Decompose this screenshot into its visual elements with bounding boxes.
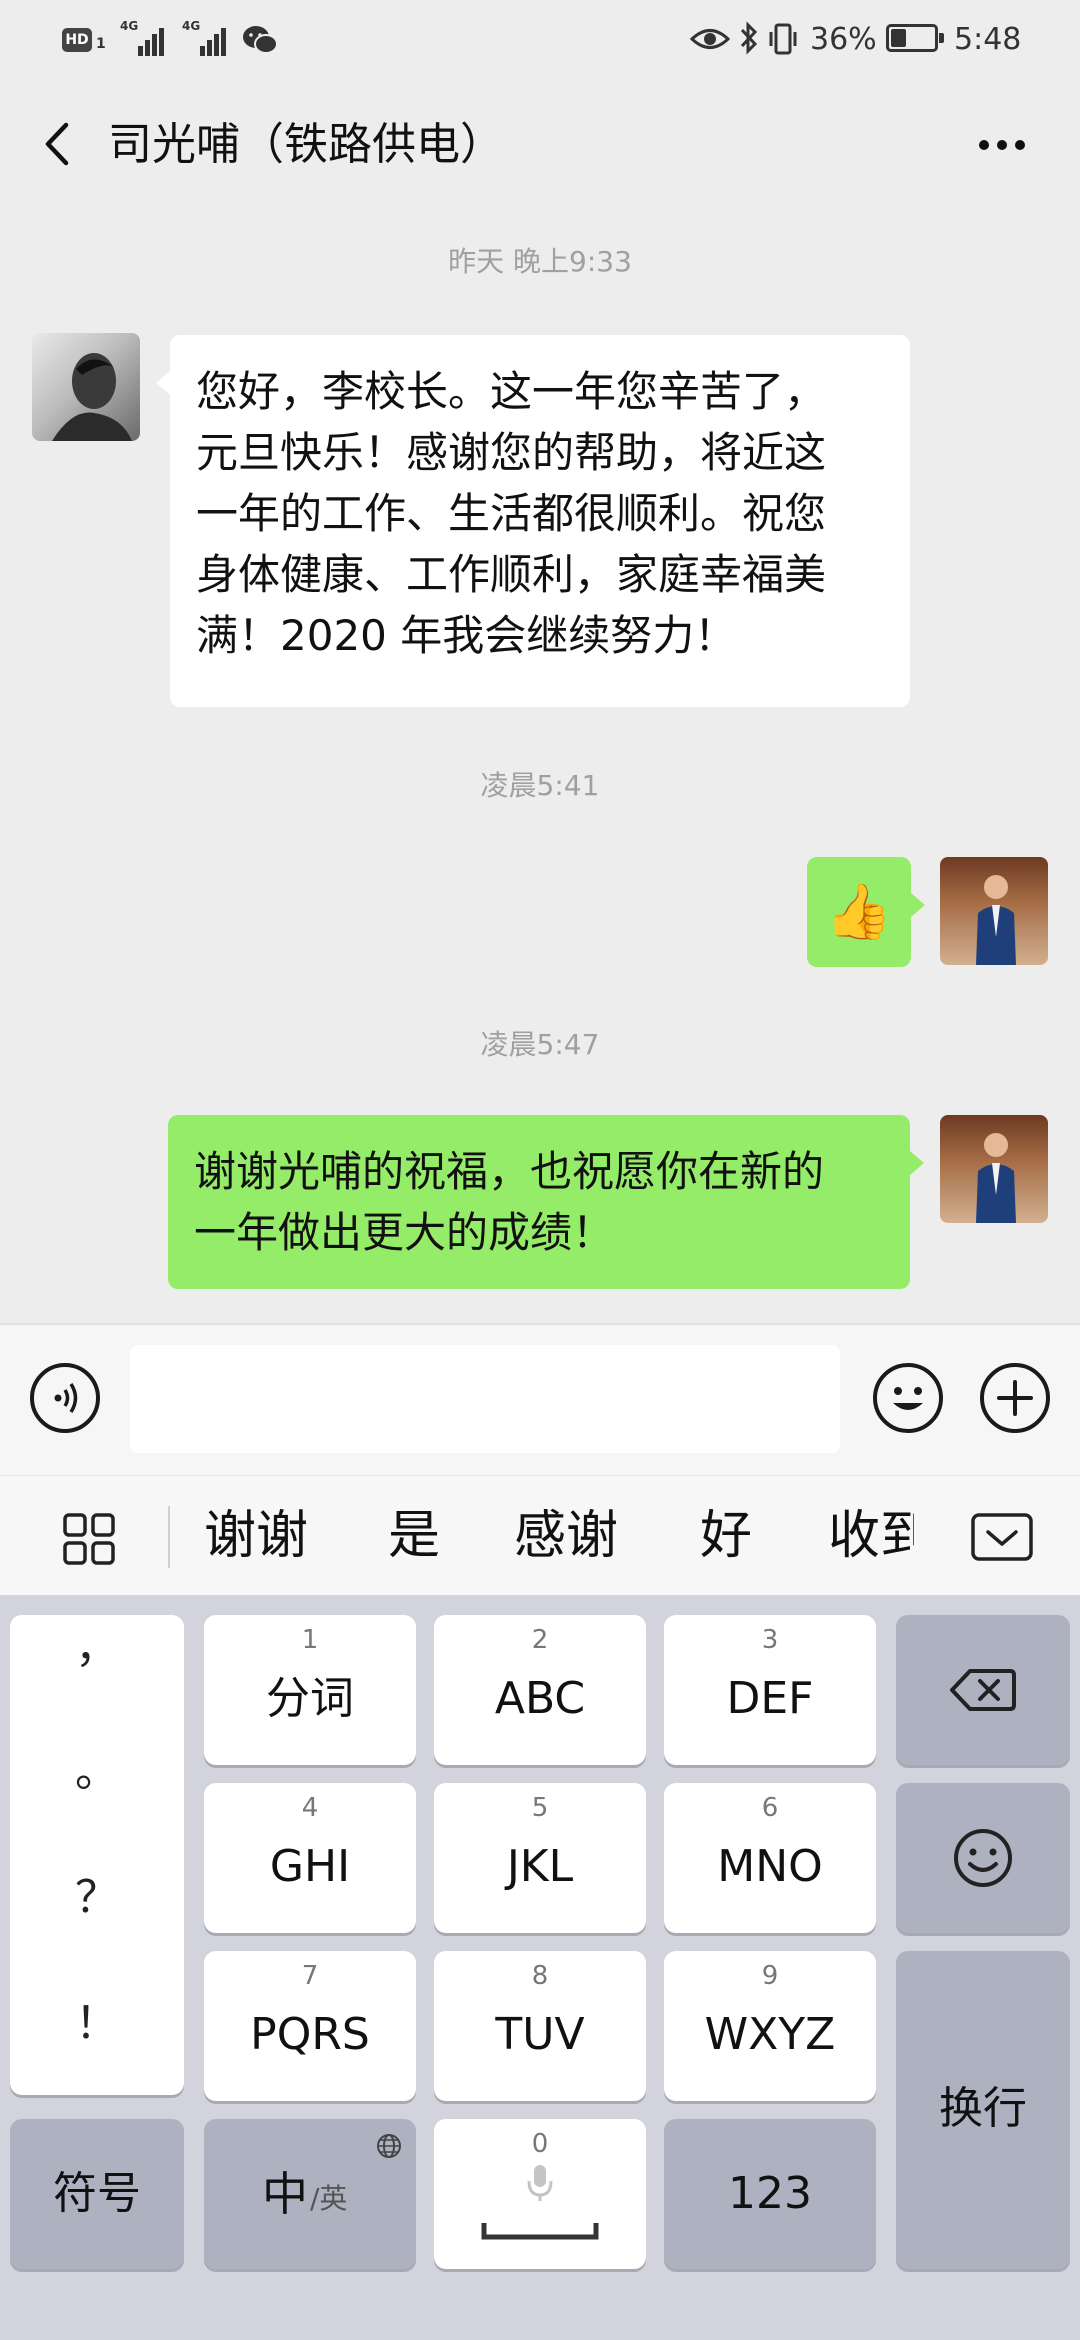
language-switch-key[interactable]: 中 /英 — [204, 2119, 416, 2269]
message-timestamp: 昨天 晚上9:33 — [448, 245, 632, 278]
key-5[interactable]: 5 JKL — [434, 1783, 646, 1933]
message-timestamp: 凌晨5:47 — [480, 1028, 600, 1061]
symbols-key[interactable]: 符号 — [10, 2119, 184, 2269]
status-bar: HD 1 4G 4G 36% 5:48 — [0, 0, 1080, 80]
key-6[interactable]: 6 MNO — [664, 1783, 876, 1933]
candidate-word[interactable]: 是 — [388, 1504, 440, 1568]
candidate-word[interactable]: 好 — [700, 1504, 752, 1568]
eye-icon — [690, 29, 730, 49]
message-line: 谢谢光哺的祝福，也祝愿你在新的 — [194, 1147, 825, 1196]
backspace-icon — [950, 1669, 1016, 1711]
grid-icon[interactable] — [62, 1512, 116, 1566]
signal-icon: 4G — [120, 20, 168, 56]
backspace-key[interactable] — [896, 1615, 1070, 1765]
punctuation-key[interactable]: ？ — [10, 1873, 184, 1923]
chat-title: 司光哺（铁路供电） — [108, 119, 504, 170]
message-line: 一年做出更大的成绩！ — [194, 1208, 615, 1257]
message-bubble[interactable]: 您好，李校长。这一年您辛苦了， 元旦快乐！感谢您的帮助，将近这 一年的工作、生活… — [156, 335, 910, 707]
message-line: 一年的工作、生活都很顺利。祝您 — [196, 489, 827, 538]
input-bar — [0, 1323, 1080, 1475]
enter-key[interactable]: 换行 — [896, 1951, 1070, 2269]
punctuation-key[interactable]: 。 — [10, 1747, 184, 1797]
key-2[interactable]: 2 ABC — [434, 1615, 646, 1765]
candidate-word[interactable]: 收到 — [828, 1504, 914, 1568]
plus-icon[interactable] — [980, 1363, 1050, 1433]
vibrate-icon — [769, 23, 797, 55]
contact-avatar[interactable] — [32, 333, 140, 441]
battery-percent: 36% — [810, 22, 877, 57]
punctuation-key[interactable]: ， — [10, 1623, 184, 1673]
chevron-left-icon[interactable] — [34, 119, 84, 169]
ime-keyboard: ， 。 ？ ！ 1 分词 2 ABC 3 DEF 4 GHI 5 JKL 6 MNO 7P — [0, 1595, 1080, 2340]
key-3[interactable]: 3 DEF — [664, 1615, 876, 1765]
bluetooth-icon — [740, 21, 758, 55]
globe-icon — [377, 2134, 401, 2158]
message-line: 您好，李校长。这一年您辛苦了， — [196, 367, 827, 416]
my-avatar[interactable] — [940, 1115, 1048, 1223]
ime-candidate-bar: 谢谢 是 感谢 好 收到 — [0, 1475, 1080, 1596]
more-dots-icon[interactable] — [976, 127, 1028, 163]
voice-icon[interactable] — [30, 1363, 100, 1433]
punctuation-column[interactable]: ， 。 ？ ！ — [10, 1615, 184, 2095]
message-bubble[interactable]: 谢谢光哺的祝福，也祝愿你在新的 一年做出更大的成绩！ — [168, 1115, 924, 1289]
microphone-icon — [527, 2165, 553, 2201]
message-line: 身体健康、工作顺利，家庭幸福美 — [196, 550, 827, 599]
keyboard-collapse-icon[interactable] — [970, 1512, 1034, 1562]
space-bar-icon — [481, 2223, 599, 2240]
my-avatar[interactable] — [940, 857, 1048, 965]
space-key[interactable]: 0 — [434, 2119, 646, 2269]
message-input[interactable] — [130, 1345, 840, 1453]
emoji-key[interactable] — [896, 1783, 1070, 1933]
numbers-key[interactable]: 123 — [664, 2119, 876, 2269]
signal-icon: 4G — [182, 20, 230, 56]
message-line: 元旦快乐！感谢您的帮助，将近这 — [196, 428, 827, 477]
key-4[interactable]: 4 GHI — [204, 1783, 416, 1933]
smiley-icon — [954, 1829, 1012, 1887]
punctuation-key[interactable]: ！ — [10, 1999, 184, 2049]
hd-badge: HD — [62, 28, 92, 52]
divider — [168, 1506, 170, 1568]
clock: 5:48 — [954, 22, 1022, 57]
thumbs-up-emoji-message[interactable]: 👍 — [807, 857, 925, 967]
smiley-icon[interactable] — [873, 1363, 943, 1433]
battery-icon — [886, 24, 944, 52]
candidate-word[interactable]: 感谢 — [514, 1504, 618, 1568]
key-1[interactable]: 1 分词 — [204, 1615, 416, 1765]
key-7[interactable]: 7 PQRS — [204, 1951, 416, 2101]
wechat-icon — [243, 26, 278, 54]
sim-index: 1 — [96, 36, 106, 52]
candidate-word[interactable]: 谢谢 — [204, 1504, 308, 1568]
chat-header: 司光哺（铁路供电） — [0, 95, 1080, 195]
key-8[interactable]: 8 TUV — [434, 1951, 646, 2101]
key-9[interactable]: 9 WXYZ — [664, 1951, 876, 2101]
message-line: 满！2020 年我会继续努力！ — [196, 611, 737, 660]
message-timestamp: 凌晨5:41 — [480, 769, 600, 802]
